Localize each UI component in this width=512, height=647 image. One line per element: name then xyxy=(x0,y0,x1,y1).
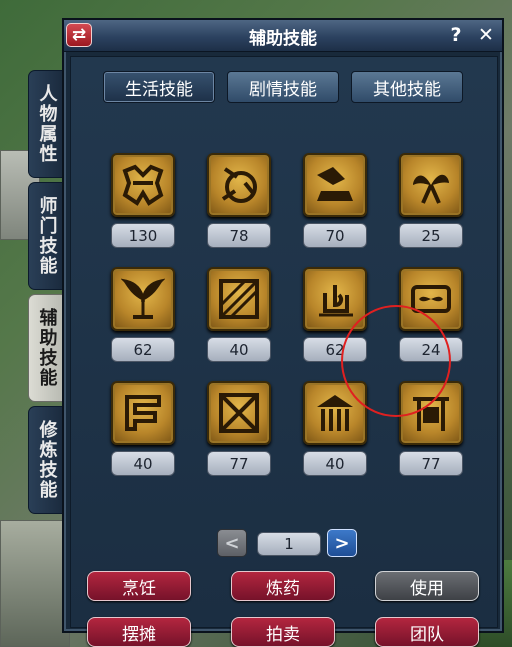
tab-life-skills[interactable]: 生活技能 xyxy=(103,71,215,103)
skill-slot[interactable]: 25 xyxy=(399,153,463,251)
auction-button[interactable]: 拍卖 xyxy=(231,617,335,647)
merchant-skill-icon[interactable] xyxy=(399,381,463,445)
skill-level: 77 xyxy=(399,451,463,476)
tab-other-skills[interactable]: 其他技能 xyxy=(351,71,463,103)
stall-button[interactable]: 摆摊 xyxy=(87,617,191,647)
tailoring-skill-icon[interactable] xyxy=(399,153,463,217)
side-tab-school-skills[interactable]: 师门技能 xyxy=(28,182,64,290)
herbalism-skill-icon[interactable] xyxy=(111,267,175,331)
title-bar[interactable]: ⇄ 辅助技能 ? ✕ xyxy=(64,20,502,52)
skill-slot[interactable]: 70 xyxy=(303,153,367,251)
side-tab-label: 辅助技能 xyxy=(36,308,58,388)
side-tab-label: 师门技能 xyxy=(36,196,58,276)
skill-slot[interactable]: 24 xyxy=(399,267,463,365)
skill-slot[interactable]: 40 xyxy=(303,381,367,479)
skill-slot[interactable]: 130 xyxy=(111,153,175,251)
side-tab-cultivation-skills[interactable]: 修炼技能 xyxy=(28,406,64,514)
help-button[interactable]: ? xyxy=(444,22,468,48)
close-button[interactable]: ✕ xyxy=(474,22,498,48)
skill-slot[interactable]: 62 xyxy=(303,267,367,365)
skill-level: 24 xyxy=(399,337,463,362)
skills-panel: 生活技能 剧情技能 其他技能 130 78 70 25 62 40 62 24 … xyxy=(70,56,498,647)
alchemy-button[interactable]: 炼药 xyxy=(231,571,335,601)
meditation-skill-icon[interactable] xyxy=(303,267,367,331)
cooking-button[interactable]: 烹饪 xyxy=(87,571,191,601)
tab-story-skills[interactable]: 剧情技能 xyxy=(227,71,339,103)
skill-level: 62 xyxy=(303,337,367,362)
skill-level: 70 xyxy=(303,223,367,248)
skill-level: 78 xyxy=(207,223,271,248)
skill-level: 40 xyxy=(303,451,367,476)
use-button[interactable]: 使用 xyxy=(375,571,479,601)
forging-skill-icon[interactable] xyxy=(303,153,367,217)
skill-slot[interactable]: 40 xyxy=(207,267,271,365)
skill-level: 62 xyxy=(111,337,175,362)
skill-level: 130 xyxy=(111,223,175,248)
skill-slot[interactable]: 78 xyxy=(207,153,271,251)
side-tab-label: 人物属性 xyxy=(36,84,58,164)
side-tab-character-attributes[interactable]: 人物属性 xyxy=(28,70,64,178)
skill-slot[interactable]: 40 xyxy=(111,381,175,479)
skill-slot[interactable]: 77 xyxy=(207,381,271,479)
next-page-button[interactable]: > xyxy=(327,529,357,557)
team-button[interactable]: 团队 xyxy=(375,617,479,647)
window-title: 辅助技能 xyxy=(249,29,317,49)
skill-level: 77 xyxy=(207,451,271,476)
skill-level: 40 xyxy=(111,451,175,476)
fitness-skill-icon[interactable] xyxy=(111,381,175,445)
skill-slot[interactable]: 62 xyxy=(111,267,175,365)
skill-level: 40 xyxy=(207,337,271,362)
background-scenery xyxy=(0,520,70,647)
page-number: 1 xyxy=(257,532,321,556)
skill-level: 25 xyxy=(399,223,463,248)
carpentry-skill-icon[interactable] xyxy=(207,267,271,331)
prev-page-button[interactable]: < xyxy=(217,529,247,557)
skill-slot[interactable]: 77 xyxy=(399,381,463,479)
side-tab-label: 修炼技能 xyxy=(36,420,58,500)
cooking-skill-icon[interactable] xyxy=(111,153,175,217)
alchemy-skill-icon[interactable] xyxy=(207,153,271,217)
strengthen-skill-icon[interactable] xyxy=(399,267,463,331)
side-tab-auxiliary-skills[interactable]: 辅助技能 xyxy=(28,294,64,402)
temple-skill-icon[interactable] xyxy=(303,381,367,445)
divination-skill-icon[interactable] xyxy=(207,381,271,445)
skills-window: ⇄ 辅助技能 ? ✕ 生活技能 剧情技能 其他技能 130 78 70 25 6… xyxy=(62,18,504,647)
